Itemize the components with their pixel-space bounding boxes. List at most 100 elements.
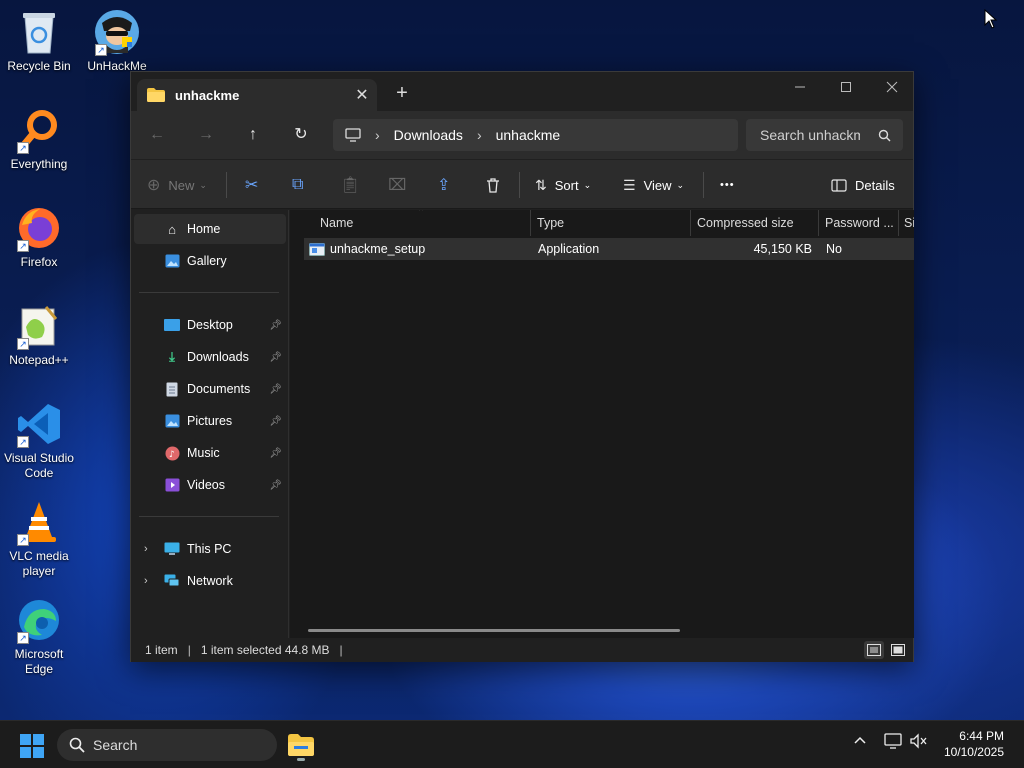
search-input[interactable]: Search unhackme — [746, 119, 903, 151]
desktop-icon-firefox[interactable]: ↗ Firefox — [0, 204, 78, 270]
chevron-right-icon[interactable]: › — [144, 575, 148, 587]
taskbar-file-explorer[interactable] — [286, 731, 316, 761]
network-icon — [164, 573, 180, 589]
details-button[interactable]: Details — [831, 172, 895, 198]
taskbar-search-box[interactable]: Search — [57, 729, 277, 761]
clipboard-icon: 📋︎ — [340, 177, 361, 194]
volume-muted-icon[interactable] — [910, 733, 928, 752]
nav-item-music[interactable]: ♪ Music 📌︎ — [134, 438, 286, 468]
back-button[interactable]: ← — [143, 123, 171, 147]
share-button[interactable]: ⇪ — [437, 172, 450, 198]
column-header-name[interactable]: Name — [320, 210, 353, 236]
desktop-icon-vscode[interactable]: ↗ Visual Studio Code — [0, 400, 78, 481]
nav-item-downloads[interactable]: ⤓ Downloads 📌︎ — [134, 342, 286, 372]
delete-button[interactable] — [485, 172, 501, 198]
pin-icon: 📌︎ — [269, 447, 282, 459]
vscode-icon: ↗ — [15, 400, 63, 448]
breadcrumb-unhackme[interactable]: unhackme — [496, 127, 561, 143]
view-button[interactable]: ☰ View ⌄ — [623, 172, 684, 198]
sort-ascending-icon: ⌃ — [417, 210, 426, 218]
column-header-password[interactable]: Password ... — [825, 210, 894, 236]
sort-label: Sort — [554, 177, 579, 193]
nav-item-label: Videos — [187, 478, 225, 492]
chevron-right-icon[interactable]: › — [144, 543, 148, 555]
sort-button[interactable]: ⇅ Sort ⌄ — [535, 172, 591, 198]
column-header-size[interactable]: Si — [904, 210, 914, 236]
chevron-right-icon[interactable]: › — [375, 127, 380, 143]
cut-button[interactable]: ✂ — [245, 172, 258, 198]
close-window-button[interactable] — [869, 76, 915, 102]
file-list: ⌃ Name Type Compressed size Password ...… — [290, 210, 914, 638]
desktop-icon-vlc[interactable]: ↗ VLC media player — [0, 498, 78, 579]
new-tab-button[interactable]: + — [389, 82, 415, 105]
tiles-view-icon — [891, 644, 905, 656]
trash-icon — [487, 178, 499, 193]
details-pane-icon — [831, 178, 847, 192]
column-divider — [690, 210, 691, 236]
file-password: No — [826, 242, 842, 256]
nav-item-label: Gallery — [187, 254, 227, 268]
column-header-type[interactable]: Type — [537, 210, 564, 236]
home-icon: ⌂ — [168, 221, 176, 237]
clock-time: 6:44 PM — [959, 729, 1004, 743]
network-status-icon[interactable] — [884, 733, 902, 752]
paste-button[interactable]: 📋︎ — [340, 172, 360, 198]
shortcut-arrow-icon: ↗ — [17, 338, 29, 350]
nav-item-desktop[interactable]: Desktop 📌︎ — [134, 310, 286, 340]
pin-icon: 📌︎ — [269, 415, 282, 427]
nav-item-network[interactable]: › Network — [134, 566, 286, 596]
maximize-button[interactable] — [823, 76, 869, 102]
column-header-compressed-size[interactable]: Compressed size — [697, 210, 794, 236]
shortcut-arrow-icon: ↗ — [17, 534, 29, 546]
minimize-button[interactable] — [777, 76, 823, 102]
forward-button[interactable]: → — [192, 123, 220, 147]
divider — [226, 172, 227, 198]
desktop-icon-everything[interactable]: ↗ Everything — [0, 106, 78, 172]
taskbar-clock[interactable]: 6:44 PM 10/10/2025 — [944, 728, 1004, 760]
file-type: Application — [538, 242, 600, 256]
table-row[interactable]: unhackme_setup Application 45,150 KB No — [304, 238, 914, 260]
nav-item-documents[interactable]: Documents 📌︎ — [134, 374, 286, 404]
shortcut-arrow-icon: ↗ — [17, 632, 29, 644]
music-icon: ♪ — [164, 445, 180, 461]
desktop-icon-label: Firefox — [20, 255, 58, 269]
search-icon — [69, 737, 85, 753]
start-button[interactable] — [20, 734, 44, 761]
up-button[interactable]: ↑ — [239, 123, 267, 147]
desktop-icon-label: Everything — [10, 157, 68, 171]
breadcrumb-downloads[interactable]: Downloads — [394, 127, 463, 143]
show-hidden-icons-button[interactable] — [853, 733, 867, 750]
more-options-button[interactable]: ••• — [720, 172, 735, 198]
nav-item-home[interactable]: ⌂ Home — [134, 214, 286, 244]
copy-button[interactable]: ⧉ — [292, 172, 303, 198]
share-icon: ⇪ — [437, 177, 451, 194]
desktop-icon-recycle-bin[interactable]: Recycle Bin — [0, 8, 78, 74]
status-selection: 1 item selected 44.8 MB — [200, 643, 330, 657]
nav-item-pictures[interactable]: Pictures 📌︎ — [134, 406, 286, 436]
refresh-button[interactable]: ↻ — [287, 123, 315, 147]
desktop-icon-edge[interactable]: ↗ Microsoft Edge — [0, 596, 78, 677]
desktop-icon-label: VLC media player — [9, 549, 69, 578]
breadcrumb[interactable]: › Downloads › unhackme — [333, 119, 738, 151]
nav-item-videos[interactable]: Videos 📌︎ — [134, 470, 286, 500]
address-bar-row: ← → ↑ ↻ › Downloads › unhackme Search un… — [131, 111, 913, 159]
horizontal-scrollbar[interactable] — [308, 629, 680, 632]
svg-text:♪: ♪ — [169, 450, 175, 460]
close-tab-icon[interactable]: ✕ — [347, 85, 377, 105]
chevron-right-icon[interactable]: › — [477, 127, 482, 143]
desktop-icon-notepadpp[interactable]: ↗ Notepad++ — [0, 302, 78, 368]
application-icon — [309, 242, 325, 256]
rename-button[interactable]: ⌧ — [388, 172, 406, 198]
clock-date: 10/10/2025 — [943, 745, 1004, 759]
chevron-down-icon: ⌄ — [583, 179, 592, 190]
new-button[interactable]: ⊕ New ⌄ — [147, 172, 207, 198]
details-view-button[interactable] — [864, 641, 884, 659]
tab-unhackme[interactable]: unhackme ✕ — [137, 79, 377, 111]
nav-item-gallery[interactable]: Gallery — [134, 246, 286, 276]
nav-item-this-pc[interactable]: › This PC — [134, 534, 286, 564]
tiles-view-button[interactable] — [888, 641, 908, 659]
column-divider — [530, 210, 531, 236]
shortcut-arrow-icon: ↗ — [95, 44, 107, 56]
nav-item-label: Home — [187, 222, 221, 236]
desktop-icon-unhackme[interactable]: ↗ UnHackMe — [78, 8, 156, 74]
